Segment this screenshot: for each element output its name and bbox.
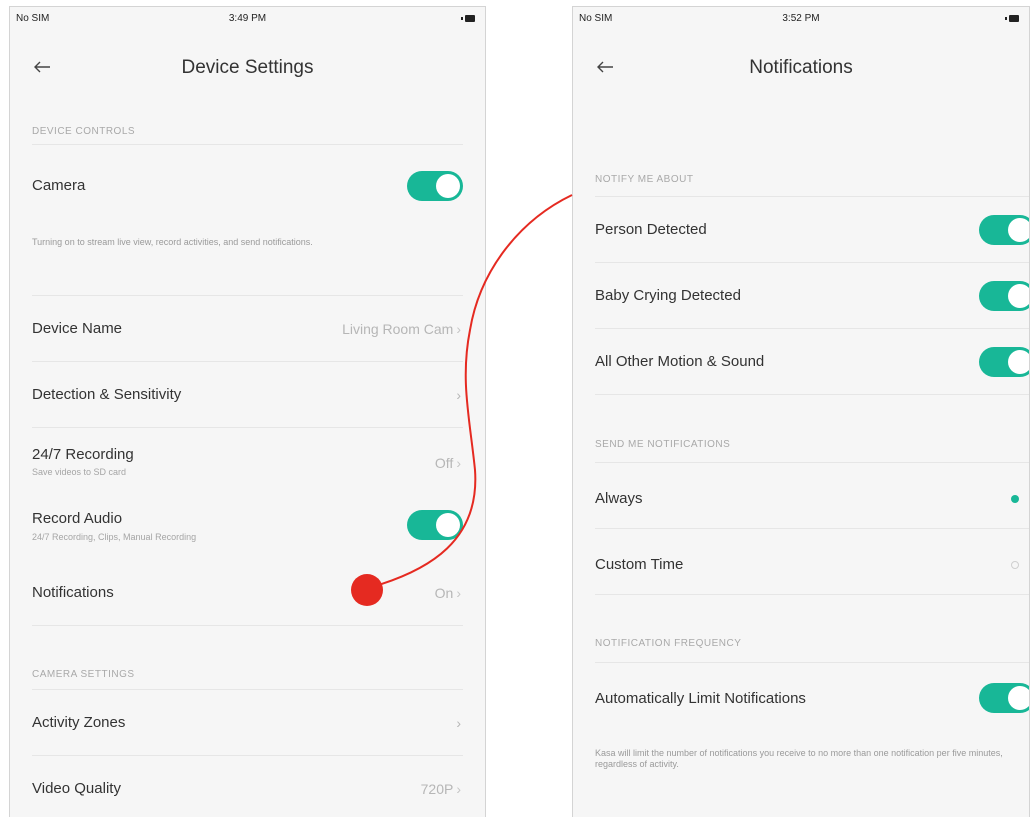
custom-time-option[interactable]: Custom Time: [595, 529, 1029, 595]
recording-sub: Save videos to SD card: [32, 467, 127, 477]
device-name-value: Living Room Cam ›: [342, 321, 461, 337]
radio-selected-icon: [1011, 495, 1019, 503]
chevron-right-icon: ›: [456, 715, 461, 731]
section-header-device-controls: DEVICE CONTROLS: [32, 126, 136, 137]
activity-zones-label: Activity Zones: [32, 714, 126, 731]
page-title: Notifications: [749, 57, 853, 78]
person-detected-toggle[interactable]: [979, 215, 1029, 245]
section-header-frequency: NOTIFICATION FREQUENCY: [595, 638, 742, 649]
status-time: 3:49 PM: [228, 13, 267, 24]
device-name-row[interactable]: Device Name Living Room Cam ›: [32, 296, 463, 362]
detection-sensitivity-row[interactable]: Detection & Sensitivity ›: [32, 362, 463, 428]
baby-crying-toggle[interactable]: [979, 281, 1029, 311]
notifications-label: Notifications: [32, 584, 114, 601]
detection-label: Detection & Sensitivity: [32, 386, 182, 403]
section-header-send: SEND ME NOTIFICATIONS: [595, 439, 731, 450]
video-quality-label: Video Quality: [32, 780, 121, 797]
custom-time-label: Custom Time: [595, 556, 684, 573]
status-bar: No SIM 3:52 PM: [573, 7, 1029, 29]
person-detected-label: Person Detected: [595, 221, 707, 238]
page-title: Device Settings: [181, 57, 314, 78]
device-name-label: Device Name: [32, 320, 123, 337]
recording-value: Off ›: [434, 455, 461, 471]
recording-row[interactable]: 24/7 Recording Save videos to SD card Of…: [32, 428, 463, 494]
auto-limit-description: Kasa will limit the number of notificati…: [595, 748, 1003, 770]
always-label: Always: [595, 490, 643, 507]
nav-bar: Notifications: [573, 51, 1029, 91]
battery-icon: [1005, 15, 1021, 22]
camera-row: Camera: [32, 153, 463, 217]
device-settings-screen: No SIM 3:49 PM Device Settings DEVICE CO…: [9, 6, 486, 817]
nav-bar: Device Settings: [10, 51, 485, 91]
notifications-row[interactable]: Notifications On ›: [32, 560, 463, 626]
status-bar: No SIM 3:49 PM: [10, 7, 485, 29]
auto-limit-row: Automatically Limit Notifications: [595, 663, 1029, 729]
notifications-screen: No SIM 3:52 PM Notifications NOTIFY ME A…: [572, 6, 1030, 817]
radio-unselected-icon: [1011, 561, 1019, 569]
battery-icon: [461, 15, 477, 22]
baby-crying-label: Baby Crying Detected: [595, 287, 741, 304]
motion-sound-toggle[interactable]: [979, 347, 1029, 377]
record-audio-toggle[interactable]: [407, 510, 463, 540]
video-quality-row[interactable]: Video Quality 720P ›: [32, 756, 463, 817]
activity-zones-row[interactable]: Activity Zones ›: [32, 690, 463, 756]
section-header-notify: NOTIFY ME ABOUT: [595, 174, 694, 185]
chevron-right-icon: ›: [456, 387, 461, 403]
always-option[interactable]: Always: [595, 463, 1029, 529]
auto-limit-label: Automatically Limit Notifications: [595, 690, 806, 707]
notifications-value: On ›: [434, 585, 461, 601]
status-time: 3:52 PM: [782, 13, 820, 24]
camera-description: Turning on to stream live view, record a…: [32, 237, 313, 247]
auto-limit-toggle[interactable]: [979, 683, 1029, 713]
chevron-right-icon: ›: [456, 321, 461, 337]
video-quality-value: 720P ›: [420, 781, 461, 797]
recording-label: 24/7 Recording: [32, 446, 134, 463]
camera-toggle[interactable]: [407, 171, 463, 201]
camera-label: Camera: [32, 177, 86, 194]
motion-sound-label: All Other Motion & Sound: [595, 353, 765, 370]
person-detected-row: Person Detected: [595, 197, 1029, 263]
baby-crying-row: Baby Crying Detected: [595, 263, 1029, 329]
section-header-camera-settings: CAMERA SETTINGS: [32, 669, 135, 680]
record-audio-label: Record Audio: [32, 510, 123, 527]
record-audio-row: Record Audio 24/7 Recording, Clips, Manu…: [32, 494, 463, 560]
record-audio-sub: 24/7 Recording, Clips, Manual Recording: [32, 532, 197, 542]
motion-sound-row: All Other Motion & Sound: [595, 329, 1029, 395]
